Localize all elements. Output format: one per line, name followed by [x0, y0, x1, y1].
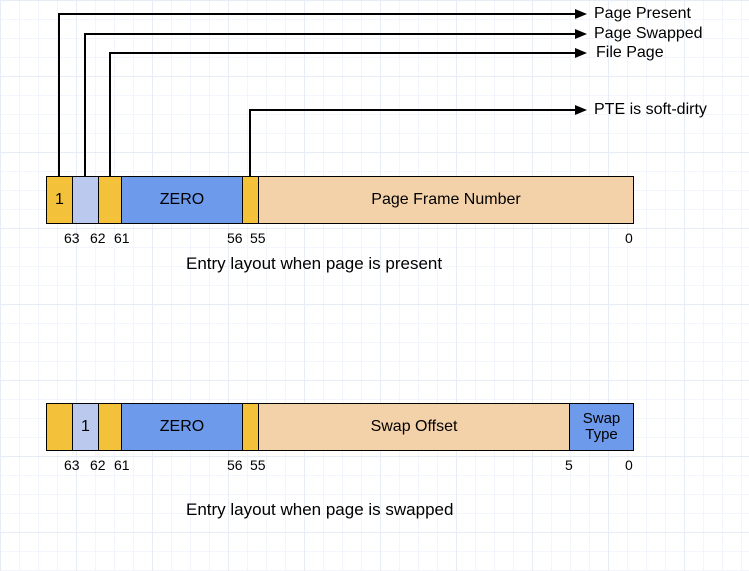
cell-bit62 — [73, 177, 99, 223]
bitnum-62: 62 — [90, 230, 106, 246]
entry-present: 1 ZERO Page Frame Number — [46, 176, 634, 224]
bitnum-55: 55 — [250, 230, 266, 246]
bitnum-56-s: 56 — [227, 457, 243, 473]
label-pte-soft-dirty: PTE is soft-dirty — [594, 101, 707, 119]
cell-swap-offset: Swap Offset — [259, 404, 570, 450]
cell-bit63: 1 — [47, 177, 73, 223]
entry-swapped: 1 ZERO Swap Offset Swap Type — [46, 403, 634, 451]
label-file-page: File Page — [596, 44, 664, 62]
cell-swap-type: Swap Type — [570, 404, 633, 450]
label-page-swapped: Page Swapped — [594, 25, 703, 43]
cell-bit63-s — [47, 404, 73, 450]
cell-pfn: Page Frame Number — [259, 177, 633, 223]
bitnum-0: 0 — [625, 230, 633, 246]
cell-zero-s: ZERO — [122, 404, 243, 450]
cell-zero: ZERO — [122, 177, 243, 223]
cell-bit55-s — [243, 404, 259, 450]
bitnum-0-s: 0 — [625, 457, 633, 473]
label-page-present: Page Present — [594, 5, 691, 23]
bitnum-61-s: 61 — [114, 457, 130, 473]
bitnum-62-s: 62 — [90, 457, 106, 473]
caption-swapped: Entry layout when page is swapped — [186, 500, 453, 520]
bitnum-61: 61 — [114, 230, 130, 246]
bitnum-5-s: 5 — [565, 457, 573, 473]
cell-bit62-s: 1 — [73, 404, 99, 450]
caption-present: Entry layout when page is present — [186, 254, 442, 274]
cell-bit55 — [243, 177, 259, 223]
bitnum-63: 63 — [64, 230, 80, 246]
cell-bit61-s — [99, 404, 122, 450]
bitnum-63-s: 63 — [64, 457, 80, 473]
bitnum-55-s: 55 — [250, 457, 266, 473]
bitnum-56: 56 — [227, 230, 243, 246]
cell-bit61 — [99, 177, 122, 223]
